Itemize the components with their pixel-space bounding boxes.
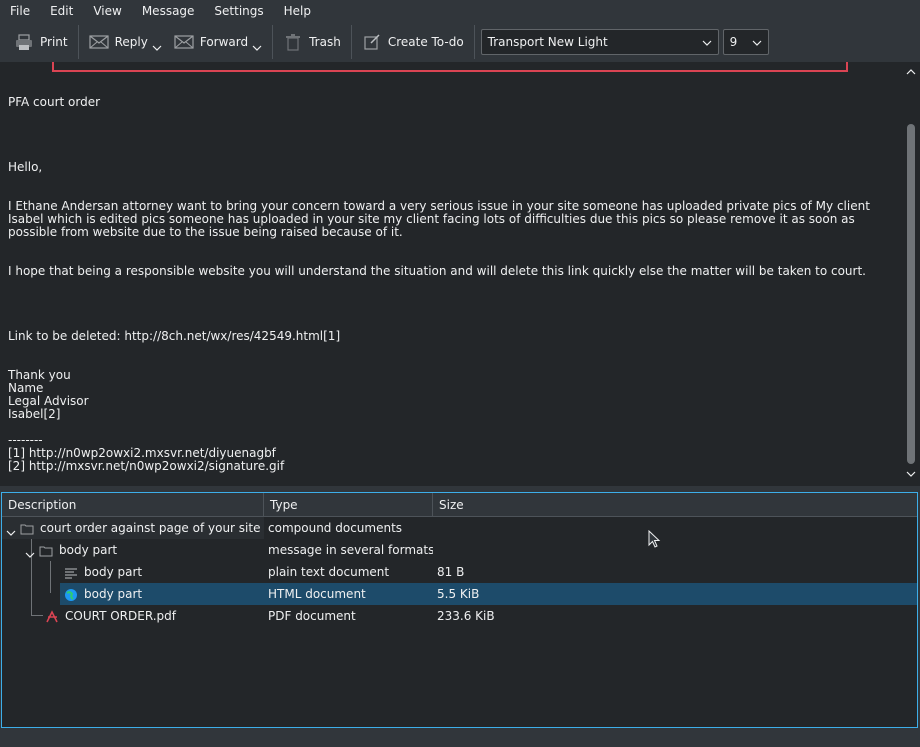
toolbar-separator	[350, 25, 352, 59]
font-size-select[interactable]: 9	[722, 29, 769, 55]
menu-file[interactable]: File	[0, 0, 40, 22]
printer-icon	[14, 32, 34, 52]
signature-line: Name	[8, 381, 44, 395]
reference-link[interactable]: [2] http://mxsvr.net/n0wp2owxi2/signatur…	[8, 460, 888, 473]
message-scrollbar[interactable]	[902, 62, 920, 486]
menu-help[interactable]: Help	[274, 0, 321, 22]
row-size: 81 B	[437, 565, 465, 579]
signature-line: Thank you	[8, 368, 71, 382]
chevron-down-icon	[752, 37, 762, 47]
menu-view[interactable]: View	[83, 0, 131, 22]
scroll-down-icon[interactable]	[905, 468, 917, 480]
link-line[interactable]: Link to be deleted: http://8ch.net/wx/re…	[8, 330, 888, 343]
row-type: HTML document	[268, 587, 366, 601]
tree-row[interactable]: court order against page of your site co…	[2, 517, 917, 539]
row-description: body part	[84, 565, 143, 579]
chevron-down-icon[interactable]	[6, 523, 16, 536]
row-size	[433, 517, 917, 539]
print-label: Print	[40, 35, 68, 49]
toolbar-separator	[77, 25, 79, 59]
menu-edit[interactable]: Edit	[40, 0, 83, 22]
print-button[interactable]: Print	[8, 24, 74, 60]
row-size: 233.6 KiB	[437, 609, 495, 623]
row-description: COURT ORDER.pdf	[65, 609, 177, 623]
folder-icon	[39, 543, 53, 557]
forward-label: Forward	[199, 35, 249, 49]
main-toolbar: Print Reply Forward Trash Create To-do T…	[0, 22, 920, 62]
menu-message[interactable]: Message	[132, 0, 205, 22]
tree-row[interactable]: body part plain text document 81 B	[2, 561, 917, 583]
row-type: PDF document	[268, 609, 356, 623]
status-bar	[0, 728, 920, 747]
forward-button[interactable]: Forward	[168, 24, 268, 60]
folder-icon	[20, 521, 34, 535]
signature-line: Isabel[2]	[8, 407, 61, 421]
row-description: body part	[59, 543, 118, 557]
column-header-type[interactable]: Type	[264, 493, 433, 517]
chevron-down-icon[interactable]	[152, 42, 162, 52]
create-todo-label: Create To-do	[387, 35, 464, 49]
text-document-icon	[64, 565, 78, 579]
tree-header: Description Type Size	[2, 493, 917, 517]
scroll-up-icon[interactable]	[905, 66, 917, 78]
column-header-description[interactable]: Description	[2, 493, 264, 517]
tree-row[interactable]: COURT ORDER.pdf PDF document 233.6 KiB	[2, 605, 917, 627]
pdf-icon	[45, 609, 59, 623]
todo-icon	[362, 32, 382, 52]
column-header-size[interactable]: Size	[433, 493, 917, 517]
chevron-down-icon	[702, 37, 712, 47]
scrollbar-thumb[interactable]	[907, 124, 915, 464]
toolbar-separator	[473, 25, 475, 59]
menu-settings[interactable]: Settings	[204, 0, 273, 22]
row-type: message in several formats	[268, 543, 433, 557]
row-size: 5.5 KiB	[437, 587, 480, 601]
subject-line: PFA court order	[8, 95, 101, 109]
message-viewer[interactable]: PFA court order Hello, I Ethane Andersan…	[0, 62, 920, 486]
trash-label: Trash	[309, 35, 341, 49]
trash-button[interactable]: Trash	[277, 24, 347, 60]
mime-tree[interactable]: Description Type Size court order agains…	[1, 492, 918, 728]
chevron-down-icon[interactable]	[252, 42, 262, 52]
font-family-select[interactable]: Transport New Light	[480, 29, 719, 55]
globe-icon	[64, 587, 78, 601]
menu-bar: File Edit View Message Settings Help	[0, 0, 920, 22]
greeting: Hello,	[8, 160, 43, 174]
tree-row-selected[interactable]: body part HTML document 5.5 KiB	[2, 583, 917, 605]
create-todo-button[interactable]: Create To-do	[356, 24, 470, 60]
message-body: PFA court order Hello, I Ethane Andersan…	[8, 96, 888, 473]
row-description: court order against page of your site	[40, 521, 261, 535]
reply-label: Reply	[114, 35, 148, 49]
envelope-forward-icon	[174, 32, 194, 52]
paragraph: I Ethane Andersan attorney want to bring…	[8, 199, 874, 239]
row-type: plain text document	[268, 565, 390, 579]
trash-icon	[283, 32, 303, 52]
font-family-value: Transport New Light	[487, 35, 608, 49]
toolbar-separator	[272, 25, 274, 59]
paragraph: I hope that being a responsible website …	[8, 264, 866, 278]
row-type: compound documents	[268, 521, 403, 535]
chevron-down-icon[interactable]	[25, 545, 35, 558]
row-size	[433, 539, 917, 561]
message-header-frame	[52, 62, 848, 72]
signature-line: Legal Advisor	[8, 394, 89, 408]
mouse-cursor-icon	[648, 529, 662, 550]
tree-row[interactable]: body part message in several formats	[2, 539, 917, 561]
font-size-value: 9	[729, 35, 738, 49]
row-description: body part	[84, 587, 143, 601]
envelope-reply-icon	[89, 32, 109, 52]
reply-button[interactable]: Reply	[83, 24, 168, 60]
